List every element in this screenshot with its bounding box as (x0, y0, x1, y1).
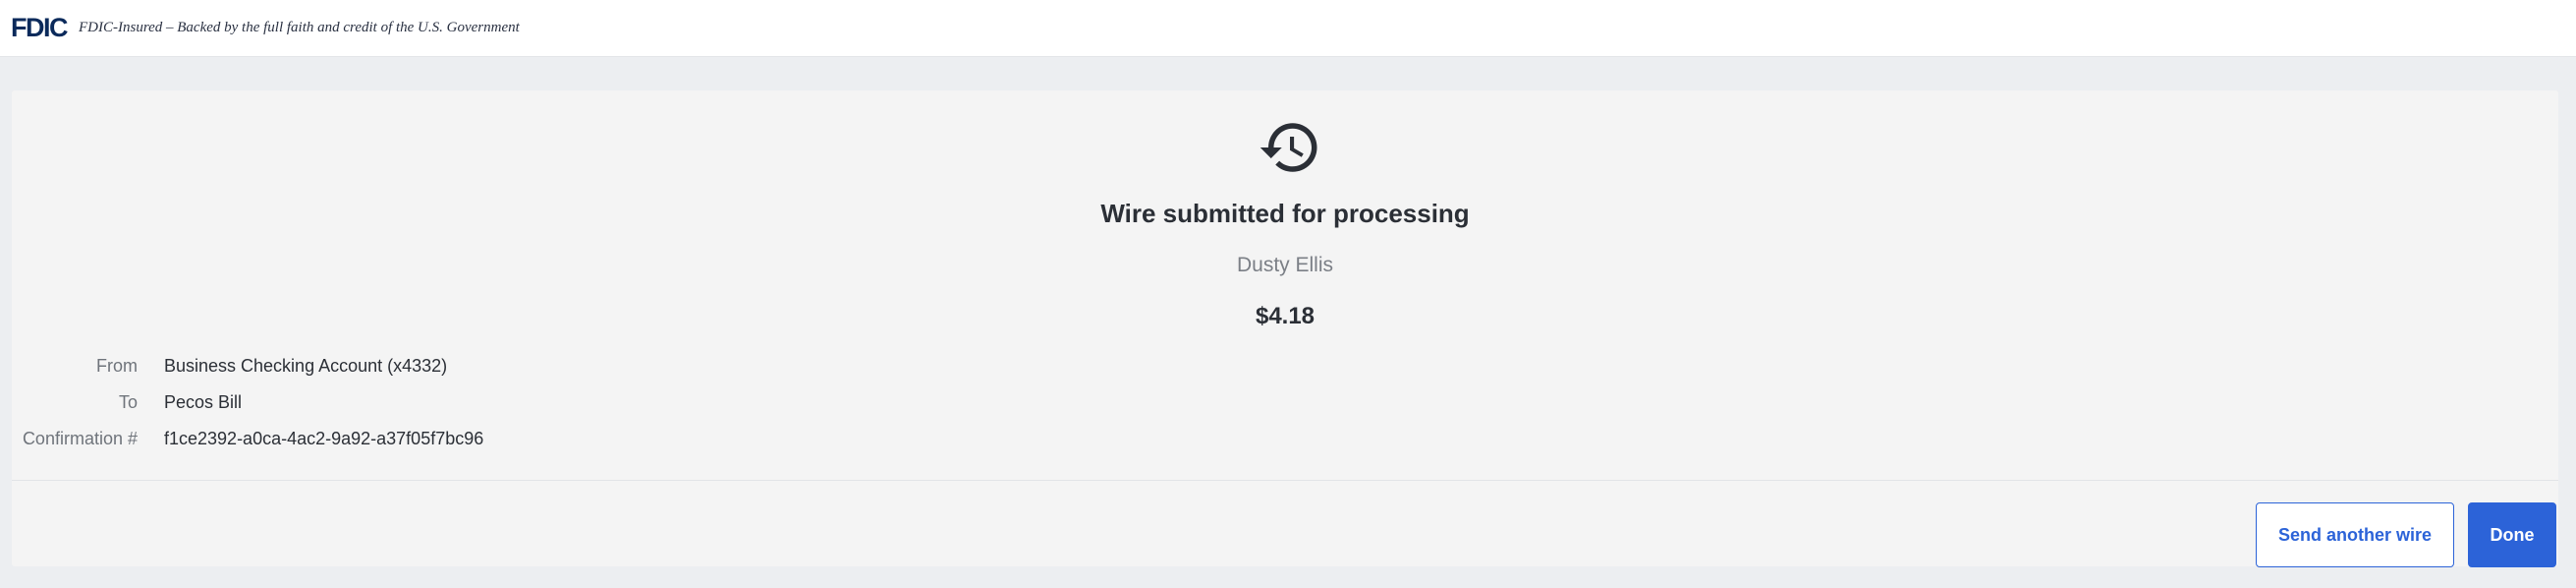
fdic-banner: FDIC FDIC-Insured – Backed by the full f… (0, 0, 2576, 57)
wire-amount: $4.18 (1255, 303, 1316, 329)
wire-confirmation-card: Wire submitted for processing Dusty Elli… (12, 90, 2558, 567)
detail-label: From (96, 356, 138, 376)
fdic-insured-text: FDIC-Insured – Backed by the full faith … (79, 20, 520, 35)
detail-value: Pecos Bill (164, 392, 243, 412)
send-another-wire-button[interactable]: Send another wire (2256, 502, 2454, 567)
fdic-logo: FDIC (11, 13, 69, 42)
done-button[interactable]: Done (2468, 502, 2556, 567)
recipient-name: Dusty Ellis (1236, 254, 1334, 276)
divider (12, 480, 2558, 481)
history-clock-icon (1260, 123, 1317, 172)
page-title: Wire submitted for processing (1100, 199, 1470, 228)
detail-label: Confirmation # (22, 429, 138, 448)
detail-value: Business Checking Account (x4332) (164, 356, 448, 376)
confirmation-number: f1ce2392-a0ca-4ac2-9a92-a37f05f7bc96 (164, 429, 484, 448)
detail-label: To (118, 392, 138, 412)
